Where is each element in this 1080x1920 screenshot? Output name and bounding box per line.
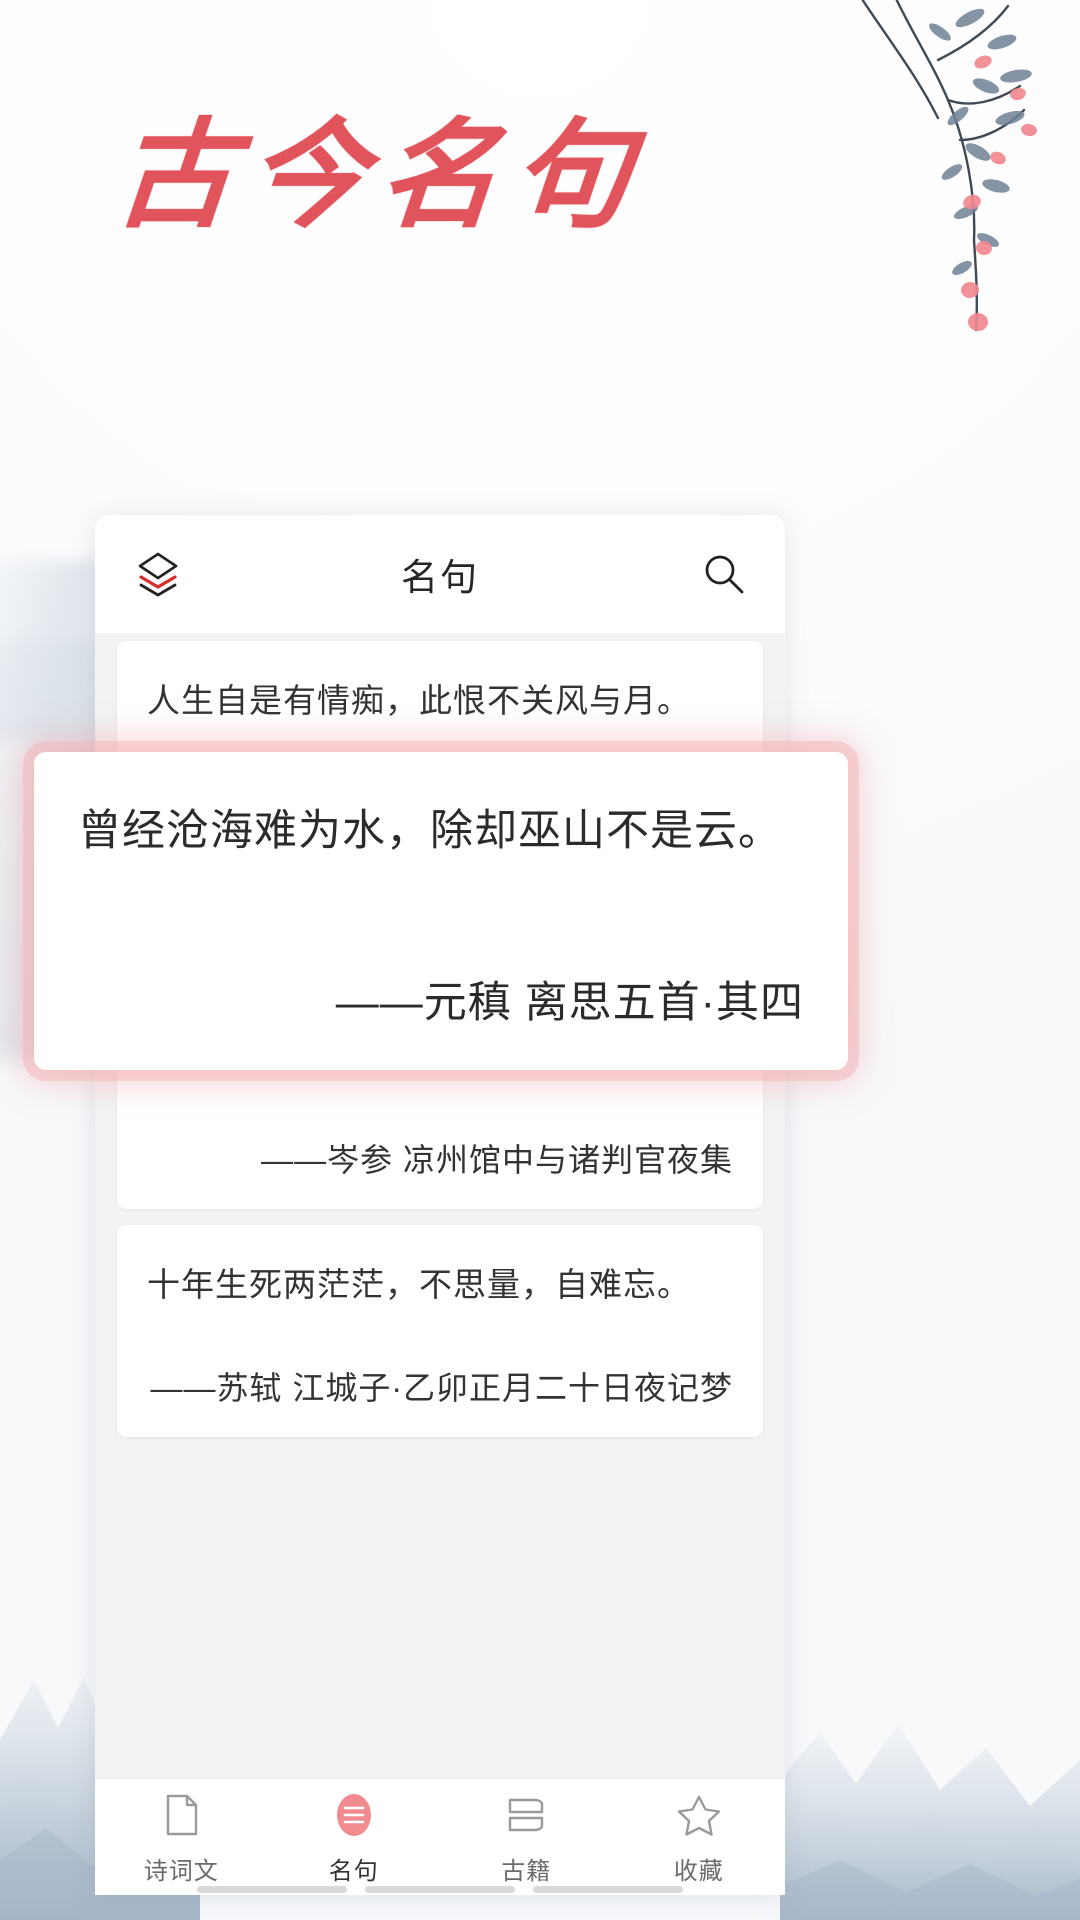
bottom-tab-bar: 诗词文 名句 古籍 收藏 bbox=[95, 1778, 785, 1895]
quote-lines-icon bbox=[327, 1788, 381, 1842]
tab-label: 名句 bbox=[328, 1858, 379, 1885]
page-title-wrap: 古今名句 bbox=[0, 111, 760, 242]
tab-label: 古籍 bbox=[501, 1858, 552, 1885]
tab-mingju[interactable]: 名句 bbox=[268, 1788, 441, 1886]
highlighted-quote-source: ——元稹 离思五首·其四 bbox=[335, 979, 804, 1027]
quote-text: 人生自是有情痴，此恨不关风与月。 bbox=[147, 682, 691, 719]
tab-label: 诗词文 bbox=[143, 1858, 219, 1885]
search-icon[interactable] bbox=[699, 549, 749, 599]
home-indicator-segment bbox=[365, 1886, 515, 1893]
home-indicator bbox=[95, 1886, 785, 1893]
highlighted-quote-text: 曾经沧海难为水，除却巫山不是云。 bbox=[78, 807, 782, 855]
page-title: 古今名句 bbox=[110, 111, 650, 242]
app-header-title: 名句 bbox=[401, 557, 479, 598]
ink-mountain-right bbox=[780, 1620, 1080, 1920]
highlighted-quote-card[interactable]: 曾经沧海难为水，除却巫山不是云。 ——元稹 离思五首·其四 bbox=[34, 752, 848, 1070]
tab-guji[interactable]: 古籍 bbox=[440, 1788, 613, 1886]
app-header: 名句 bbox=[95, 515, 785, 633]
book-icon bbox=[499, 1788, 553, 1842]
document-icon bbox=[154, 1788, 208, 1842]
home-indicator-segment bbox=[197, 1886, 347, 1893]
phone-screen: 名句 人生自是有情痴，此恨不关风与月。 ——欧阳修 玉楼春·尊前拟把归期说 ——… bbox=[95, 515, 785, 1895]
tab-label: 收藏 bbox=[673, 1858, 724, 1885]
quote-card[interactable]: 十年生死两茫茫，不思量，自难忘。 ——苏轼 江城子·乙卯正月二十日夜记梦 bbox=[117, 1225, 763, 1437]
quote-text: 十年生死两茫茫，不思量，自难忘。 bbox=[147, 1266, 691, 1303]
tab-shoucang[interactable]: 收藏 bbox=[613, 1788, 786, 1886]
layers-icon[interactable] bbox=[131, 547, 185, 601]
quote-source: ——苏轼 江城子·乙卯正月二十日夜记梦 bbox=[150, 1370, 733, 1406]
willow-blossom-branch-decoration bbox=[820, 0, 1080, 360]
tab-shicifen[interactable]: 诗词文 bbox=[95, 1788, 268, 1886]
star-icon bbox=[672, 1788, 726, 1842]
home-indicator-segment bbox=[533, 1886, 683, 1893]
quote-source: ——岑参 凉州馆中与诸判官夜集 bbox=[261, 1142, 733, 1178]
